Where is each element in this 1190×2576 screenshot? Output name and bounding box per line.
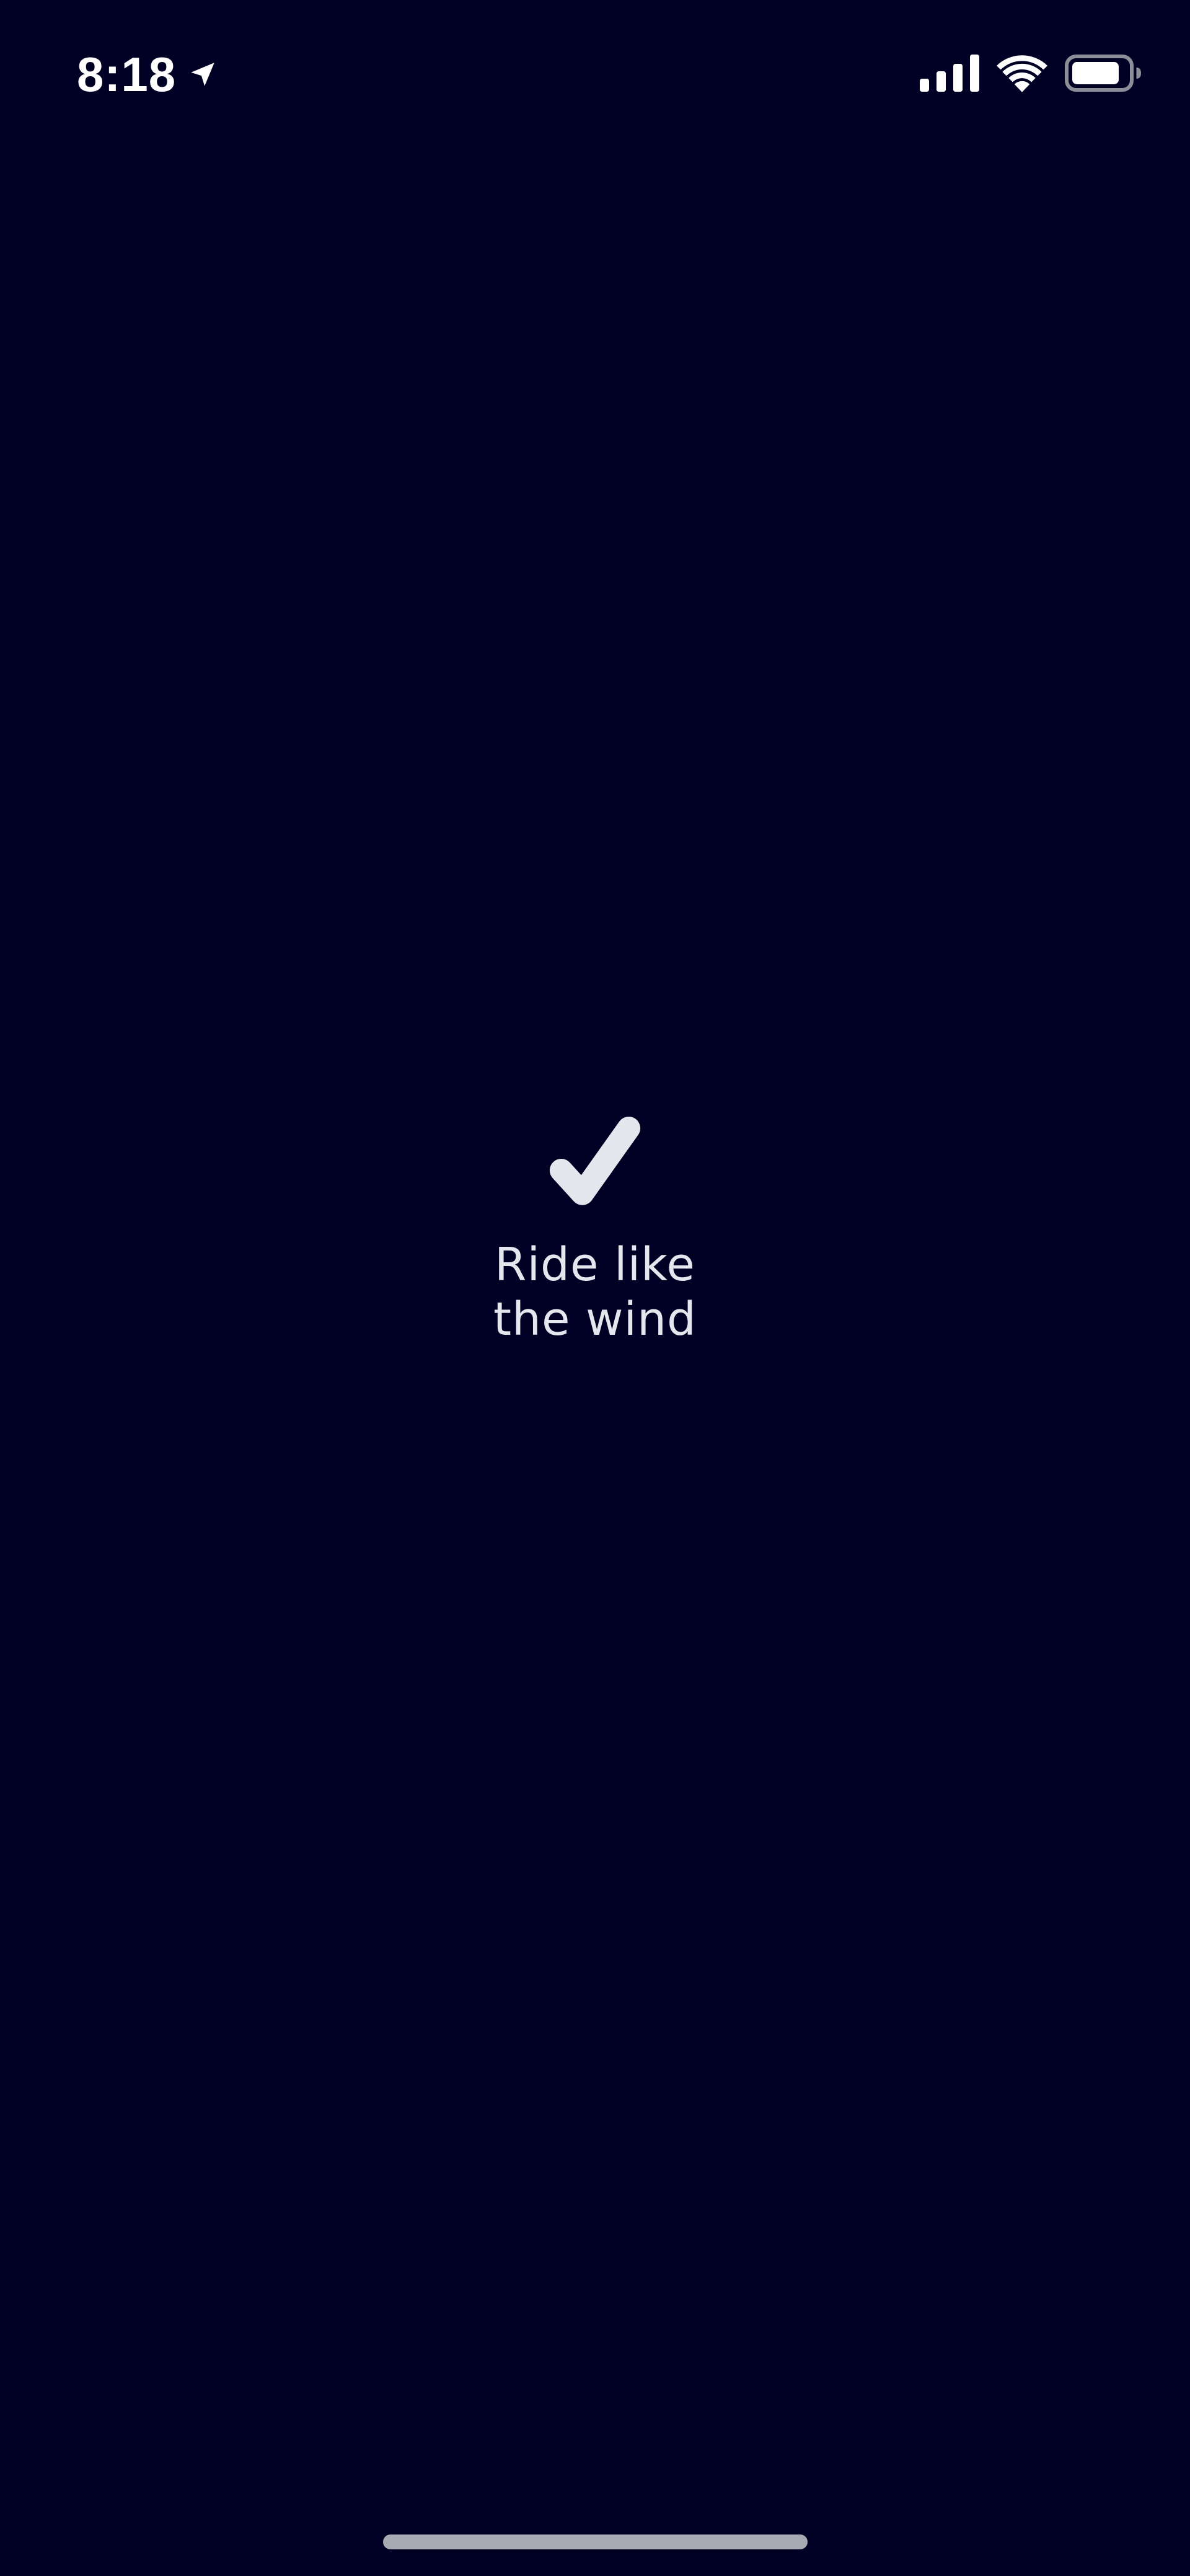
status-indicators (920, 48, 1143, 98)
status-bar: 8:18 (0, 0, 1190, 143)
tagline-line-2: the wind (493, 1293, 697, 1346)
home-indicator[interactable] (383, 2534, 808, 2549)
tagline-line-1: Ride like (495, 1238, 695, 1291)
cellular-signal-icon (920, 55, 979, 92)
status-time: 8:18 (77, 47, 177, 102)
tagline: Ride like the wind (493, 1237, 697, 1347)
checkmark-icon (549, 1116, 641, 1205)
status-time-group: 8:18 (77, 43, 218, 105)
location-arrow-icon (191, 63, 214, 86)
battery-icon (1065, 55, 1141, 92)
confirmation-block: Ride like the wind (0, 1109, 1190, 1347)
wifi-icon (997, 55, 1047, 92)
